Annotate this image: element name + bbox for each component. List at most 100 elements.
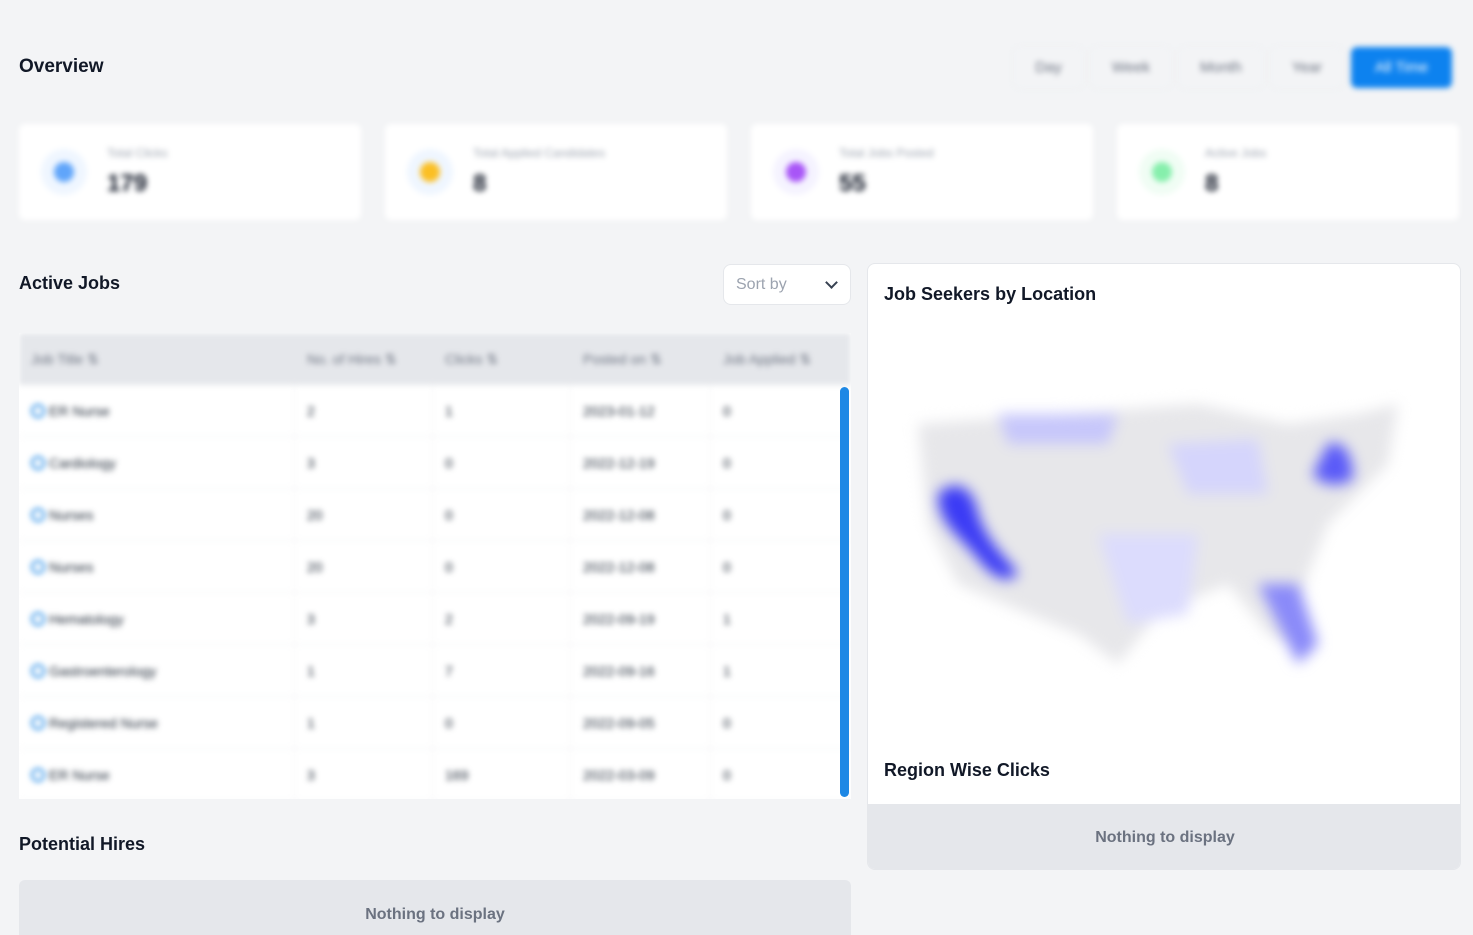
cell-text: 1 — [307, 714, 315, 731]
radio-icon[interactable] — [31, 715, 45, 730]
table-cell: 0 — [433, 540, 571, 593]
range-all-time-button[interactable]: All Time — [1351, 47, 1452, 88]
potential-hires-title: Potential Hires — [19, 834, 146, 854]
table-cell: Registered Nurse — [19, 696, 295, 749]
cell-text: 0 — [723, 766, 731, 783]
table-cell: 20 — [295, 540, 433, 593]
chevron-down-icon — [825, 275, 838, 289]
table-cell: 3 — [295, 436, 433, 489]
region-empty-state: Nothing to display — [868, 804, 1460, 869]
sort-by-placeholder: Sort by — [736, 275, 787, 293]
radio-icon[interactable] — [31, 507, 45, 522]
range-day-button[interactable]: Day — [1014, 47, 1083, 88]
cell-text: 2022-03-09 — [583, 766, 655, 783]
time-range-group: Day Week Month Year All Time — [1014, 47, 1452, 88]
cell-text: Nurses — [49, 506, 94, 523]
cell-text: 0 — [723, 558, 731, 575]
cell-text: 7 — [445, 662, 453, 679]
table-cell: 1 — [295, 644, 433, 697]
us-map — [918, 404, 1398, 664]
radio-icon[interactable] — [31, 455, 45, 470]
active-jobs-table: Job Title ⇅ No. of Hires ⇅ Clicks ⇅ Post… — [19, 333, 851, 799]
table-body: ER Nurse 2 1 2023-01-12 0 Cardiology 3 0 2022-12… — [19, 384, 851, 799]
cell-text: 20 — [307, 506, 323, 523]
table-cell: 0 — [711, 384, 851, 437]
cell-text: 2022-12-08 — [583, 506, 655, 523]
table-row[interactable]: Nurses 20 0 2022-12-08 0 — [19, 540, 851, 593]
table-cell: 2022-09-05 — [571, 696, 711, 749]
location-panel: Job Seekers by Location Region Wise Clic… — [867, 263, 1461, 870]
cell-text: Cardiology — [49, 454, 116, 471]
table-cell: 1 — [711, 592, 851, 645]
table-cell: 2023-01-12 — [571, 384, 711, 437]
cell-text: 2022-09-19 — [583, 610, 655, 627]
table-cell: Cardiology — [19, 436, 295, 489]
stat-label: Total Clicks — [107, 146, 168, 160]
range-week-button[interactable]: Week — [1090, 47, 1171, 88]
range-year-button[interactable]: Year — [1270, 47, 1343, 88]
stat-card-applied-candidates: Total Applied Candidates 8 — [385, 124, 727, 220]
table-row[interactable]: Registered Nurse 1 0 2022-09-05 0 — [19, 696, 851, 749]
table-row[interactable]: Gastroenterology 1 7 2022-09-16 1 — [19, 644, 851, 697]
active-jobs-title: Active Jobs — [19, 273, 121, 293]
table-row[interactable]: Cardiology 3 0 2022-12-19 0 — [19, 436, 851, 489]
cell-text: 2022-09-05 — [583, 714, 655, 731]
table-row[interactable]: ER Nurse 3 169 2022-03-09 0 — [19, 748, 851, 799]
column-header-hires[interactable]: No. of Hires ⇅ — [295, 351, 433, 368]
overview-title: Overview — [19, 56, 104, 77]
stat-card-jobs-posted: Total Jobs Posted 55 — [751, 124, 1093, 220]
region-clicks-title: Region Wise Clicks — [884, 760, 1050, 780]
cell-text: 3 — [307, 454, 315, 471]
cell-text: 0 — [723, 454, 731, 471]
cell-text: Gastroenterology — [49, 662, 157, 679]
table-cell: 0 — [711, 540, 851, 593]
table-row[interactable]: Nurses 20 0 2022-12-08 0 — [19, 488, 851, 541]
sort-by-select[interactable]: Sort by — [723, 264, 851, 305]
stat-label: Active Jobs — [1205, 146, 1267, 160]
table-cell: 0 — [433, 696, 571, 749]
cell-text: 0 — [445, 558, 453, 575]
stat-label: Total Applied Candidates — [473, 146, 606, 160]
table-row[interactable]: Hematology 3 2 2022-09-19 1 — [19, 592, 851, 645]
column-header-posted-on[interactable]: Posted on ⇅ — [571, 351, 711, 368]
column-header-job-title[interactable]: Job Title ⇅ — [19, 351, 295, 368]
table-cell: 0 — [433, 436, 571, 489]
cell-text: 3 — [307, 766, 315, 783]
table-cell: ER Nurse — [19, 748, 295, 799]
cell-text: ER Nurse — [49, 402, 110, 419]
table-cell: 1 — [433, 384, 571, 437]
radio-icon[interactable] — [31, 403, 45, 418]
table-cell: 7 — [433, 644, 571, 697]
table-scrollbar[interactable] — [840, 387, 849, 797]
table-row[interactable]: ER Nurse 2 1 2023-01-12 0 — [19, 384, 851, 437]
cell-text: 0 — [723, 714, 731, 731]
radio-icon[interactable] — [31, 611, 45, 626]
cell-text: 1 — [723, 610, 731, 627]
cell-text: Hematology — [49, 610, 124, 627]
column-header-job-applied[interactable]: Job Applied ⇅ — [711, 351, 851, 368]
table-cell: 2022-12-19 — [571, 436, 711, 489]
radio-icon[interactable] — [31, 663, 45, 678]
table-cell: 0 — [711, 748, 851, 799]
location-title: Job Seekers by Location — [884, 284, 1097, 304]
table-cell: 0 — [711, 436, 851, 489]
cell-text: 0 — [723, 506, 731, 523]
stat-card-total-clicks: Total Clicks 179 — [19, 124, 361, 220]
stat-value: 8 — [1205, 170, 1219, 197]
cell-text: 1 — [445, 402, 453, 419]
stat-card-active-jobs: Active Jobs 8 — [1117, 124, 1459, 220]
range-month-button[interactable]: Month — [1178, 47, 1263, 88]
column-header-clicks[interactable]: Clicks ⇅ — [433, 351, 571, 368]
stat-value: 55 — [839, 170, 866, 197]
table-cell: 20 — [295, 488, 433, 541]
cell-text: 0 — [445, 714, 453, 731]
cell-text: 2 — [445, 610, 453, 627]
radio-icon[interactable] — [31, 767, 45, 782]
table-cell: 3 — [295, 592, 433, 645]
table-cell: Hematology — [19, 592, 295, 645]
hires-empty-state: Nothing to display — [19, 880, 851, 935]
radio-icon[interactable] — [31, 559, 45, 574]
cell-text: 1 — [723, 662, 731, 679]
table-cell: 1 — [295, 696, 433, 749]
users-icon — [407, 149, 453, 195]
